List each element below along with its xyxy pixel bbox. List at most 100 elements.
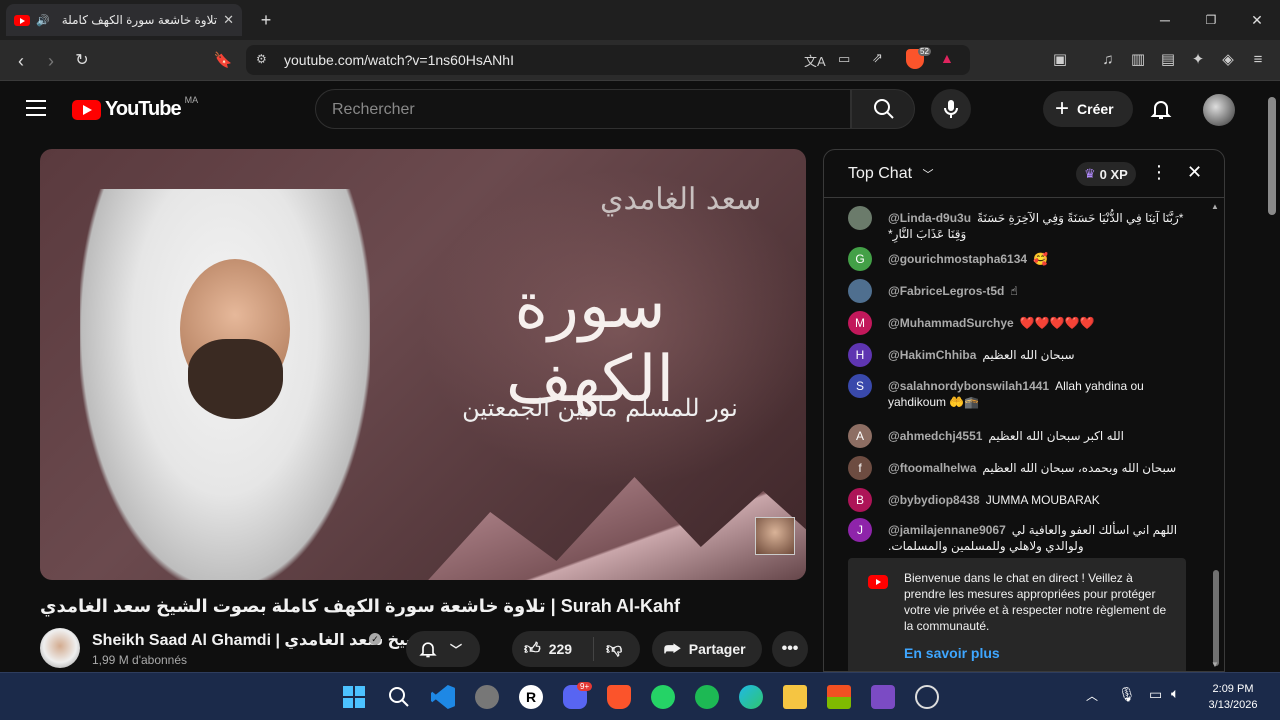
translate-icon[interactable]: 文A bbox=[804, 51, 826, 70]
close-chat-icon[interactable]: ✕ bbox=[1187, 162, 1202, 183]
chat-author[interactable]: @salahnordybonswilah1441 bbox=[888, 379, 1049, 393]
chat-avatar bbox=[848, 206, 872, 230]
volume-icon[interactable]: 🔈︎ bbox=[1171, 685, 1179, 702]
brave-rewards-icon[interactable]: ▲ bbox=[940, 50, 954, 66]
tab-search-icon[interactable]: ▣ bbox=[1050, 50, 1070, 70]
chat-scrollbar[interactable]: ▲ ▼ bbox=[1211, 202, 1220, 669]
maximize-button[interactable]: ❐ bbox=[1199, 8, 1223, 32]
taskbar-clock[interactable]: 2:09 PM 3/13/2026 bbox=[1200, 681, 1266, 713]
vpn-icon[interactable]: ◈ bbox=[1218, 50, 1238, 70]
reload-button[interactable]: ↻ bbox=[69, 48, 95, 74]
forward-button[interactable]: › bbox=[38, 48, 64, 74]
notifications-bell-icon[interactable] bbox=[1149, 97, 1173, 121]
chat-author[interactable]: @FabriceLegros-t5d bbox=[888, 284, 1004, 298]
chat-author[interactable]: @ahmedchj4551 bbox=[888, 429, 982, 443]
learn-more-link[interactable]: En savoir plus bbox=[904, 645, 1000, 661]
tray-chevron-up-icon[interactable]: ︿ bbox=[1086, 687, 1098, 704]
browser-tab-active[interactable]: 🔊 تلاوة خاشعة سورة الكهف كاملة ✕ bbox=[6, 4, 242, 36]
windows-start-icon[interactable] bbox=[342, 685, 366, 709]
xp-badge[interactable]: ♛ 0 XP bbox=[1076, 162, 1136, 186]
chat-avatar: H bbox=[848, 343, 872, 367]
page-scrollbar[interactable] bbox=[1264, 81, 1280, 671]
chat-avatar: A bbox=[848, 424, 872, 448]
url-text[interactable]: youtube.com/watch?v=1ns60HsANhI bbox=[284, 52, 514, 68]
file-explorer-icon[interactable] bbox=[783, 685, 807, 709]
chat-text: الله اكبر سبحان الله العظيم bbox=[988, 429, 1124, 443]
network-icon[interactable]: ▭ bbox=[1149, 686, 1162, 703]
browser-tab-bar: 🔊 تلاوة خاشعة سورة الكهف كاملة ✕ + ─ ❐ ✕ bbox=[0, 0, 1280, 40]
spotify-icon[interactable] bbox=[695, 685, 719, 709]
cast-icon[interactable]: ▭ bbox=[838, 51, 850, 67]
menu-icon[interactable]: ≡ bbox=[1248, 50, 1268, 70]
create-label: Créer bbox=[1077, 101, 1114, 117]
store-icon[interactable] bbox=[827, 685, 851, 709]
create-button[interactable]: + Créer bbox=[1043, 91, 1133, 127]
like-button[interactable]: 👍︎ 229 bbox=[512, 637, 594, 661]
vscode-icon[interactable] bbox=[431, 685, 455, 709]
search-input[interactable]: Rechercher bbox=[315, 89, 851, 129]
share-label: Partager bbox=[688, 641, 746, 657]
scroll-down-arrow-icon[interactable]: ▼ bbox=[1211, 660, 1219, 669]
chat-avatar: M bbox=[848, 311, 872, 335]
taskbar: R 9+ ︿ 🎙︎ ▭ 🔈︎ 2:09 PM 3/13/2026 bbox=[0, 672, 1280, 720]
chat-author[interactable]: @HakimChhiba bbox=[888, 348, 976, 362]
sidebar-icon[interactable]: ▥ bbox=[1128, 50, 1148, 70]
new-tab-button[interactable]: + bbox=[254, 8, 278, 32]
media-icon[interactable]: ♫ bbox=[1098, 50, 1118, 70]
subscription-bell-button[interactable]: ﹀ bbox=[406, 631, 480, 667]
whatsapp-icon[interactable] bbox=[651, 685, 675, 709]
chat-text: 🥰 bbox=[1033, 252, 1049, 266]
share-button[interactable]: ⮫ Partager bbox=[652, 631, 762, 667]
search-button[interactable] bbox=[851, 89, 915, 129]
like-dislike-group: 👍︎ 229 👎︎ bbox=[512, 631, 640, 667]
share-icon[interactable]: ⇗ bbox=[872, 50, 883, 66]
app-icon[interactable] bbox=[475, 685, 499, 709]
video-overlay-reciter: سعد الغامدي bbox=[600, 182, 762, 217]
close-tab-icon[interactable]: ✕ bbox=[223, 12, 234, 28]
chat-author[interactable]: @jamilajennane9067 bbox=[888, 523, 1006, 537]
chat-mode-dropdown[interactable]: Top Chat ﹀ bbox=[848, 165, 934, 183]
speaker-icon[interactable]: 🔊 bbox=[36, 14, 50, 27]
chat-author[interactable]: @Linda-d9u3u bbox=[888, 211, 971, 225]
voice-search-button[interactable] bbox=[931, 89, 971, 129]
scrollbar-thumb[interactable] bbox=[1213, 570, 1219, 666]
chat-author[interactable]: @gourichmostapha6134 bbox=[888, 252, 1027, 266]
channel-name[interactable]: Sheikh Saad Al Ghamdi | الشيخ سعد الغامد… bbox=[92, 630, 433, 650]
dislike-button[interactable]: 👎︎ bbox=[594, 640, 622, 659]
r-app-icon[interactable]: R bbox=[519, 685, 543, 709]
channel-avatar[interactable] bbox=[40, 628, 80, 668]
microphone-tray-icon[interactable]: 🎙︎ bbox=[1118, 686, 1136, 703]
site-info-icon[interactable]: ⚙ bbox=[256, 52, 267, 66]
channel-watermark[interactable] bbox=[755, 517, 795, 555]
chat-text: سبحان الله وبحمده، سبحان الله العظيم bbox=[982, 461, 1177, 475]
scroll-up-arrow-icon[interactable]: ▲ bbox=[1211, 202, 1219, 211]
leo-ai-icon[interactable]: ✦ bbox=[1188, 50, 1208, 70]
account-avatar[interactable] bbox=[1203, 94, 1235, 126]
crown-icon: ♛ bbox=[1084, 166, 1096, 181]
brave-browser-icon[interactable] bbox=[607, 685, 631, 709]
bookmark-icon[interactable]: 🔖 bbox=[210, 48, 236, 74]
extension-badge: 52 bbox=[918, 47, 931, 56]
app-purple-icon[interactable] bbox=[871, 685, 895, 709]
youtube-logo[interactable]: YouTube MA bbox=[72, 95, 198, 121]
chat-author[interactable]: @MuhammadSurchye bbox=[888, 316, 1014, 330]
edge-icon[interactable] bbox=[739, 685, 763, 709]
close-window-button[interactable]: ✕ bbox=[1245, 8, 1269, 32]
chatgpt-icon[interactable] bbox=[915, 685, 939, 709]
bell-icon bbox=[419, 642, 437, 658]
search-icon[interactable] bbox=[387, 685, 411, 709]
minimize-button[interactable]: ─ bbox=[1153, 8, 1177, 32]
more-actions-button[interactable]: ••• bbox=[772, 631, 808, 667]
back-button[interactable]: ‹ bbox=[8, 48, 34, 74]
chat-author[interactable]: @bybydiop8438 bbox=[888, 493, 980, 507]
address-bar[interactable]: ⚙ youtube.com/watch?v=1ns60HsANhI 文A ▭ ⇗… bbox=[246, 45, 970, 75]
chat-avatar: B bbox=[848, 488, 872, 512]
hamburger-menu-icon[interactable] bbox=[26, 100, 46, 116]
video-player[interactable]: سعد الغامدي سورة الكهف نور للمسلم ما بين… bbox=[40, 149, 806, 580]
chat-more-options-icon[interactable]: ⋮ bbox=[1150, 162, 1168, 183]
chat-author[interactable]: @ftoomalhelwa bbox=[888, 461, 976, 475]
chat-header: Top Chat ﹀ ♛ 0 XP ⋮ ✕ bbox=[824, 150, 1224, 198]
like-count: 229 bbox=[548, 641, 573, 657]
page-scrollbar-thumb[interactable] bbox=[1268, 97, 1276, 215]
wallet-icon[interactable]: ▤ bbox=[1158, 50, 1178, 70]
